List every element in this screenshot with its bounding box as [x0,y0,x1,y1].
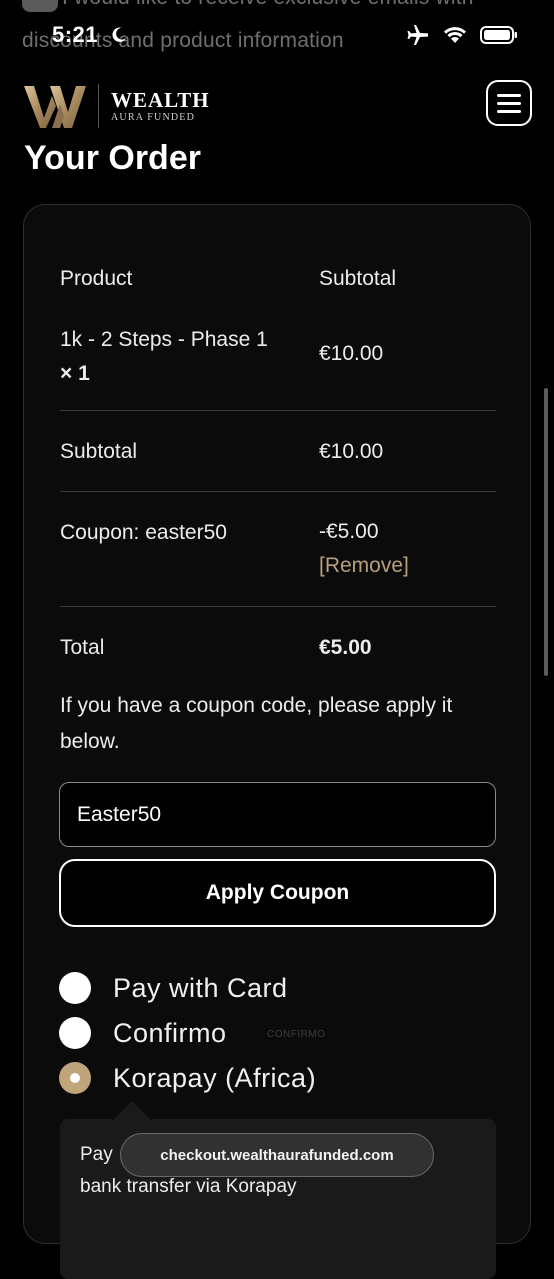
page-title: Your Order [24,139,201,177]
logo-word-aura-funded: AURA FUNDED [111,111,196,123]
subtotal-value: €10.00 [319,440,384,463]
airplane-mode-icon [407,25,428,45]
logo-word-wealth: WEALTH [111,87,210,112]
order-item-row: 1k - 2 Steps - Phase 1 × 1 €10.00 [60,323,496,393]
wifi-icon [444,27,466,43]
order-item-cell: 1k - 2 Steps - Phase 1 × 1 [60,323,300,391]
radio-button-selected[interactable] [59,1062,91,1094]
logo-text: WEALTH AURA FUNDED [111,87,210,123]
coupon-discount-cell: -€5.00 [Remove] [319,515,409,583]
payment-option-confirmo[interactable]: Confirmo [59,1014,227,1052]
radio-button[interactable] [59,1017,91,1049]
remove-coupon-link[interactable]: [Remove] [319,549,409,583]
order-item-quantity: × 1 [60,362,90,385]
payment-option-card[interactable]: Pay with Card [59,969,288,1007]
row-divider [60,606,496,607]
row-divider [60,410,496,411]
logo-divider [98,84,99,128]
status-bar: I would like to receive exclusive emails… [0,0,554,72]
hamburger-icon-bar [497,109,521,113]
menu-button[interactable] [486,80,532,126]
battery-icon [480,26,517,44]
total-label: Total [60,636,105,659]
confirmo-logo-badge: CONFIRMO [267,1029,326,1040]
order-item-name: 1k - 2 Steps - Phase 1 [60,328,268,351]
radio-button[interactable] [59,972,91,1004]
page-scrollbar[interactable] [544,388,548,676]
payment-option-label: Pay with Card [113,972,288,1003]
coupon-discount-value: -€5.00 [319,520,379,543]
coupon-row: Coupon: easter50 -€5.00 [Remove] [60,520,496,591]
coupon-label: Coupon: easter50 [60,521,227,544]
coupon-instructions: If you have a coupon code, please apply … [60,694,453,753]
subtotal-label: Subtotal [60,440,138,463]
order-item-price: €10.00 [319,342,384,365]
focus-moon-icon [112,27,127,42]
newsletter-consent-text-line1: I would like to receive exclusive emails… [62,0,474,10]
payment-box-pointer [114,1101,150,1119]
row-divider [60,491,496,492]
total-value: €5.00 [319,636,372,659]
payment-option-label: Confirmo [113,1017,227,1048]
browser-url-bar[interactable]: checkout.wealthaurafunded.com [120,1133,434,1177]
site-logo[interactable]: WEALTH AURA FUNDED [22,82,210,130]
hamburger-icon-bar [497,93,521,97]
column-header-product: Product [60,267,133,290]
status-time: 5:21 [52,22,99,47]
coupon-code-input[interactable] [59,782,496,847]
site-header: WEALTH AURA FUNDED [0,72,554,138]
apply-coupon-button[interactable]: Apply Coupon [59,859,496,927]
payment-option-label: Korapay (Africa) [113,1062,317,1093]
order-summary-card: Product Subtotal 1k - 2 Steps - Phase 1 … [23,204,531,1279]
payment-option-korapay[interactable]: Korapay (Africa) [59,1059,316,1097]
column-header-subtotal: Subtotal [319,267,397,290]
newsletter-checkbox[interactable] [22,0,58,12]
wealth-aura-logo-mark [24,86,86,128]
status-icons [406,24,518,46]
hamburger-icon-bar [497,101,521,105]
